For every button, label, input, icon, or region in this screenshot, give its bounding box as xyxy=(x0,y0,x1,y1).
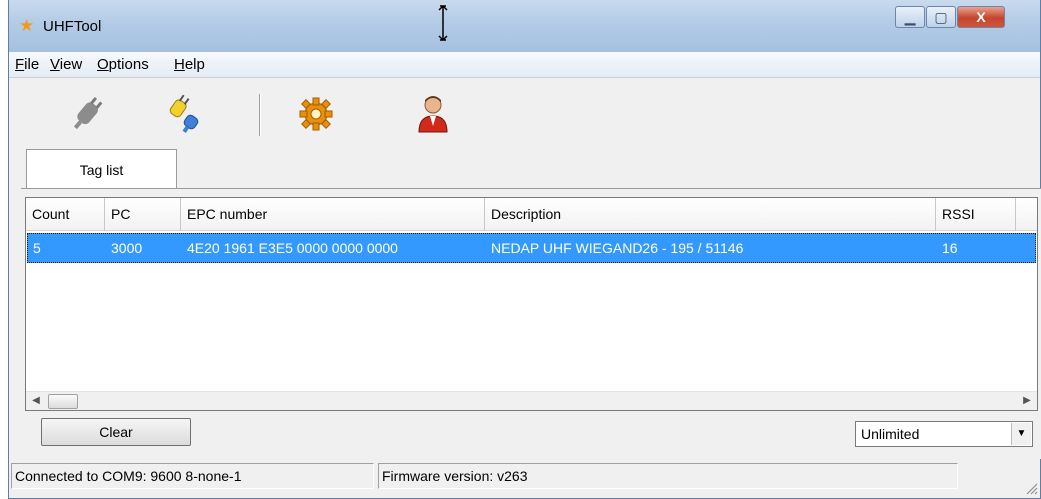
scroll-right-arrow-icon[interactable]: ▶ xyxy=(1020,395,1034,407)
horizontal-scrollbar[interactable]: ◀ ▶ xyxy=(26,391,1037,410)
column-header-pc[interactable]: PC xyxy=(105,198,181,231)
resize-grip-icon[interactable] xyxy=(1024,481,1038,495)
resize-cursor-icon xyxy=(438,4,448,42)
status-bar: Connected to COM9: 9600 8-none-1 Firmwar… xyxy=(9,459,1040,499)
scroll-left-arrow-icon[interactable]: ◀ xyxy=(29,395,43,407)
title-bar[interactable]: ★ UHFTool ▁ ▢ X xyxy=(9,0,1040,52)
status-firmware: Firmware version: v263 xyxy=(378,463,958,489)
column-header-epc[interactable]: EPC number xyxy=(181,198,485,231)
tag-list-table[interactable]: Count PC EPC number Description RSSI 5 3… xyxy=(25,197,1038,411)
disconnect-plug-icon[interactable] xyxy=(65,92,109,136)
app-window: ★ UHFTool ▁ ▢ X File View Options Help T… xyxy=(8,0,1041,499)
window-title: UHFTool xyxy=(43,18,102,35)
column-header-count[interactable]: Count xyxy=(26,198,105,231)
toolbar-separator xyxy=(259,94,261,136)
column-header-description[interactable]: Description xyxy=(485,198,936,231)
minimize-button[interactable]: ▁ xyxy=(895,6,925,28)
clear-button[interactable]: Clear xyxy=(41,418,191,446)
user-icon[interactable] xyxy=(411,92,455,136)
app-star-icon: ★ xyxy=(19,16,35,35)
tab-tag-list[interactable]: Tag list xyxy=(26,149,177,189)
toolbar xyxy=(9,80,1040,148)
status-connection: Connected to COM9: 9600 8-none-1 xyxy=(11,463,374,489)
menu-options[interactable]: Options xyxy=(97,56,149,73)
table-row[interactable]: 5 3000 4E20 1961 E3E5 0000 0000 0000 NED… xyxy=(27,233,1036,263)
menu-view[interactable]: View xyxy=(50,56,82,73)
cell-epc: 4E20 1961 E3E5 0000 0000 0000 xyxy=(187,240,398,256)
menu-bar: File View Options Help xyxy=(9,52,1040,78)
close-button[interactable]: X xyxy=(957,6,1005,28)
cell-count: 5 xyxy=(33,240,41,256)
settings-gear-icon[interactable] xyxy=(294,92,338,136)
limit-select-value: Unlimited xyxy=(861,426,920,442)
cell-pc: 3000 xyxy=(111,240,143,256)
menu-file[interactable]: File xyxy=(15,56,39,73)
table-header: Count PC EPC number Description RSSI xyxy=(26,198,1037,231)
maximize-button[interactable]: ▢ xyxy=(926,6,956,28)
chevron-down-icon[interactable]: ▼ xyxy=(1011,423,1031,445)
limit-select[interactable]: Unlimited ▼ xyxy=(855,421,1033,447)
menu-help[interactable]: Help xyxy=(174,56,205,73)
cell-description: NEDAP UHF WIEGAND26 - 195 / 51146 xyxy=(491,240,744,256)
connect-plug-icon[interactable] xyxy=(161,92,205,136)
scroll-thumb[interactable] xyxy=(48,394,78,409)
cell-rssi: 16 xyxy=(942,240,958,256)
column-header-rssi[interactable]: RSSI xyxy=(936,198,1016,231)
